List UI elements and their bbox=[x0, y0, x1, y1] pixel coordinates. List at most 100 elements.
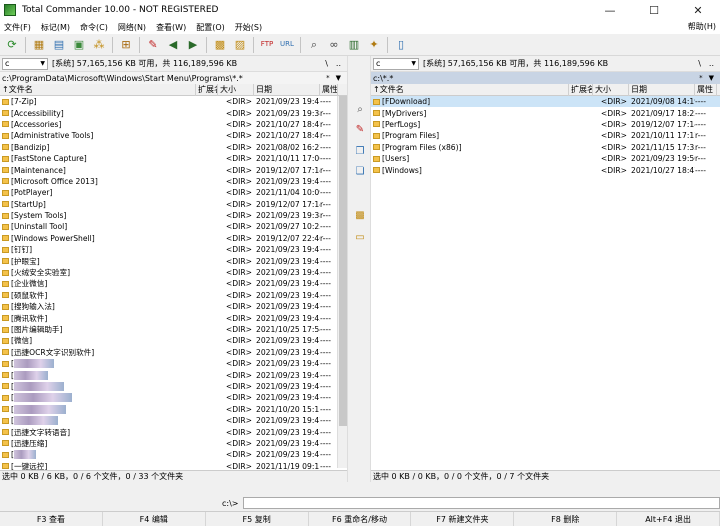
file-row[interactable]: [图片编辑助手] <DIR> 2021/10/25 17:54 ---- bbox=[0, 324, 347, 335]
f7-new-folder-button[interactable]: F7 新建文件夹 bbox=[411, 512, 515, 526]
file-row[interactable]: [迅捷文字转语音] <DIR> 2021/09/23 19:47 ---- bbox=[0, 426, 347, 437]
file-row[interactable]: [Bandizip] <DIR> 2021/08/02 16:27 ---- bbox=[0, 142, 347, 153]
left-scrollbar[interactable] bbox=[337, 96, 347, 468]
column-date[interactable]: 日期 bbox=[629, 83, 695, 96]
file-row[interactable]: [Windows] <DIR> 2021/10/27 18:47 ---- bbox=[371, 164, 720, 175]
file-row[interactable]: [Windows PowerShell] <DIR> 2019/12/07 22:4… bbox=[0, 233, 347, 244]
file-row[interactable]: [<DIR> 2021/09/23 19:47 ---- bbox=[0, 449, 347, 460]
file-row[interactable]: [Program Files] <DIR> 2021/10/11 17:17 r--- bbox=[371, 130, 720, 141]
menu-commands[interactable]: 命令(C) bbox=[76, 22, 114, 33]
column-ext[interactable]: 扩展名 bbox=[196, 83, 218, 96]
pack-icon[interactable]: ▩ bbox=[212, 37, 228, 53]
file-row[interactable]: [火绒安全实验室] <DIR> 2021/09/23 19:43 ---- bbox=[0, 267, 347, 278]
search-icon[interactable]: ⌕ bbox=[306, 37, 322, 53]
file-row[interactable]: [迅捷压缩] <DIR> 2021/09/23 19:47 ---- bbox=[0, 438, 347, 449]
file-row[interactable]: [<DIR> 2021/09/23 19:47 ---- bbox=[0, 415, 347, 426]
menu-file[interactable]: 文件(F) bbox=[0, 22, 37, 33]
file-row[interactable]: [FDownload] <DIR> 2021/09/08 14:19 ---- bbox=[371, 96, 720, 108]
file-row[interactable]: [企业微信] <DIR> 2021/09/23 19:47 ---- bbox=[0, 278, 347, 289]
column-attr[interactable]: 属性 bbox=[695, 83, 717, 96]
file-row[interactable]: [钉钉] <DIR> 2021/09/23 19:47 ---- bbox=[0, 244, 347, 255]
compare-icon[interactable]: ⊞ bbox=[118, 37, 134, 53]
file-row[interactable]: [FastStone Capture] <DIR> 2021/10/11 17:06… bbox=[0, 153, 347, 164]
f6-rename-move-button[interactable]: F6 重命名/移动 bbox=[309, 512, 412, 526]
menu-start[interactable]: 开始(S) bbox=[231, 22, 268, 33]
f3-view-button[interactable]: F3 查看 bbox=[0, 512, 103, 526]
copy-icon[interactable]: ❐ bbox=[353, 144, 367, 158]
file-row[interactable]: [搜狗输入法] <DIR> 2021/09/23 19:47 ---- bbox=[0, 301, 347, 312]
right-drive-select[interactable]: c ▼ bbox=[373, 57, 419, 70]
menu-mark[interactable]: 标记(M) bbox=[37, 22, 76, 33]
file-row[interactable]: [PerfLogs] <DIR> 2019/12/07 17:14 ---- bbox=[371, 119, 720, 130]
minimize-button[interactable]: — bbox=[588, 0, 632, 20]
column-size[interactable]: 大小 bbox=[593, 83, 629, 96]
history-icon[interactable]: ▼ bbox=[336, 74, 341, 82]
maximize-button[interactable]: ☐ bbox=[632, 0, 676, 20]
alt-f4-exit-button[interactable]: Alt+F4 退出 bbox=[617, 512, 720, 526]
grid-icon[interactable]: ▦ bbox=[31, 37, 47, 53]
star-icon[interactable]: * bbox=[326, 74, 330, 82]
file-row[interactable]: [Maintenance] <DIR> 2019/12/07 17:14 r--- bbox=[0, 164, 347, 175]
file-row[interactable]: [<DIR> 2021/10/20 15:11 ---- bbox=[0, 404, 347, 415]
file-row[interactable]: [<DIR> 2021/09/23 19:47 ---- bbox=[0, 392, 347, 403]
file-row[interactable]: [7-Zip] <DIR> 2021/09/23 19:47 ---- bbox=[0, 96, 347, 107]
menu-configuration[interactable]: 配置(O) bbox=[192, 22, 231, 33]
file-row[interactable]: [Microsoft Office 2013] <DIR> 2021/09/23 1… bbox=[0, 176, 347, 187]
f8-delete-button[interactable]: F8 删除 bbox=[514, 512, 618, 526]
command-input[interactable] bbox=[242, 497, 720, 509]
up-button[interactable]: .. bbox=[336, 59, 341, 68]
file-row[interactable]: [Users] <DIR> 2021/09/23 19:50 r--- bbox=[371, 153, 720, 164]
file-row[interactable]: [<DIR> 2021/09/23 19:47 ---- bbox=[0, 358, 347, 369]
ftp-icon[interactable]: FTP bbox=[259, 37, 275, 53]
file-row[interactable]: [腾讯软件] <DIR> 2021/09/23 19:43 ---- bbox=[0, 312, 347, 323]
view-icon[interactable]: ⌕ bbox=[353, 102, 367, 116]
new-folder-icon[interactable]: ▭ bbox=[353, 230, 367, 244]
close-button[interactable]: ✕ bbox=[676, 0, 720, 20]
root-button[interactable]: \ bbox=[325, 59, 328, 68]
f5-copy-button[interactable]: F5 复制 bbox=[206, 512, 309, 526]
sync-icon[interactable]: ⁂ bbox=[91, 37, 107, 53]
file-row[interactable]: [微信] <DIR> 2021/09/23 19:47 ---- bbox=[0, 335, 347, 346]
scrollbar-thumb[interactable] bbox=[339, 96, 347, 426]
left-drive-select[interactable]: c ▼ bbox=[2, 57, 48, 70]
rename-icon[interactable]: ▥ bbox=[346, 37, 362, 53]
file-row[interactable]: [Accessories] <DIR> 2021/10/27 18:47 r--- bbox=[0, 119, 347, 130]
unpack-icon[interactable]: ▨ bbox=[232, 37, 248, 53]
menu-net[interactable]: 网络(N) bbox=[114, 22, 152, 33]
up-button[interactable]: .. bbox=[709, 59, 714, 68]
right-path-bar[interactable]: c:\*.* * ▼ bbox=[371, 72, 720, 84]
pack-icon[interactable]: ▩ bbox=[353, 208, 367, 222]
file-row[interactable]: [System Tools] <DIR> 2021/09/23 19:38 r--- bbox=[0, 210, 347, 221]
file-row[interactable]: [<DIR> 2021/09/23 19:47 ---- bbox=[0, 381, 347, 392]
pointer-icon[interactable]: ✎ bbox=[145, 37, 161, 53]
left-path-bar[interactable]: c:\ProgramData\Microsoft\Windows\Start M… bbox=[0, 72, 347, 84]
file-row[interactable]: [StartUp] <DIR> 2019/12/07 17:14 r--- bbox=[0, 199, 347, 210]
f4-edit-button[interactable]: F4 编辑 bbox=[103, 512, 206, 526]
file-row[interactable]: [Program Files (x86)] <DIR> 2021/11/15 17:… bbox=[371, 142, 720, 153]
tree-icon[interactable]: ▣ bbox=[71, 37, 87, 53]
move-icon[interactable]: ❏ bbox=[353, 164, 367, 178]
forward-icon[interactable]: ▶ bbox=[185, 37, 201, 53]
history-icon[interactable]: ▼ bbox=[709, 74, 714, 82]
file-row[interactable]: [Uninstall Tool] <DIR> 2021/09/27 10:23 ---… bbox=[0, 221, 347, 232]
file-row[interactable]: [PotPlayer] <DIR> 2021/11/04 10:09 ---- bbox=[0, 187, 347, 198]
column-name[interactable]: ↑文件名 bbox=[371, 83, 569, 96]
column-date[interactable]: 日期 bbox=[254, 83, 320, 96]
menu-view[interactable]: 查看(W) bbox=[152, 22, 192, 33]
url-icon[interactable]: URL bbox=[279, 37, 295, 53]
file-row[interactable]: [迅捷OCR文字识别软件] <DIR> 2021/09/23 19:47 ---- bbox=[0, 347, 347, 358]
menu-help[interactable]: 帮助(H) bbox=[688, 20, 716, 34]
file-row[interactable]: [<DIR> 2021/09/23 19:47 ---- bbox=[0, 369, 347, 380]
back-icon[interactable]: ◀ bbox=[165, 37, 181, 53]
notepad-icon[interactable]: ▯ bbox=[393, 37, 409, 53]
column-ext[interactable]: 扩展名 bbox=[569, 83, 593, 96]
file-row[interactable]: [护眼宝] <DIR> 2021/09/23 19:47 ---- bbox=[0, 255, 347, 266]
binoculars-icon[interactable]: ∞ bbox=[326, 37, 342, 53]
column-size[interactable]: 大小 bbox=[218, 83, 254, 96]
star-icon[interactable]: * bbox=[699, 74, 703, 82]
image-icon[interactable]: ▤ bbox=[51, 37, 67, 53]
file-row[interactable]: [MyDrivers] <DIR> 2021/09/17 18:22 ---- bbox=[371, 107, 720, 118]
refresh-icon[interactable]: ⟳ bbox=[4, 37, 20, 53]
column-attr[interactable]: 属性 bbox=[320, 83, 338, 96]
multirename-icon[interactable]: ✦ bbox=[366, 37, 382, 53]
